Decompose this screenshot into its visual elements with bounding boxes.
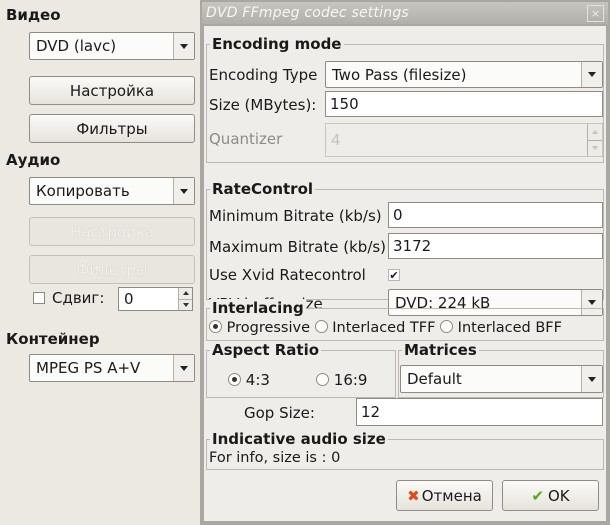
cancel-button[interactable]: ✖ Отмена [396, 480, 493, 511]
chevron-down-icon[interactable] [581, 366, 602, 392]
ok-button[interactable]: ✔ OK [502, 480, 599, 511]
rate-control-title: RateControl [210, 180, 316, 198]
audio-size-info: For info, size is : 0 [209, 450, 341, 466]
audio-filters-button[interactable]: Фильтры [29, 255, 195, 284]
ok-button-label: OK [547, 486, 570, 505]
audio-shift-checkbox[interactable] [33, 292, 45, 304]
min-bitrate-label: Minimum Bitrate (kb/s) [209, 207, 382, 225]
container-format-value: MPEG PS A+V [36, 359, 141, 377]
interlaced-bff-radio[interactable]: Interlaced BFF [440, 320, 562, 336]
interlacing-options: Progressive Interlaced TFF Interlaced BF… [209, 320, 562, 336]
chevron-down-icon[interactable] [581, 62, 602, 87]
audio-shift-label: Сдвиг: [52, 289, 105, 307]
aspect-43-radio[interactable]: 4:3 [228, 371, 270, 389]
container-section-header: Контейнер [6, 330, 100, 348]
close-icon[interactable]: × [587, 5, 604, 22]
cancel-icon: ✖ [407, 486, 420, 505]
chevron-down-icon[interactable] [173, 178, 194, 204]
encoding-mode-title: Encoding mode [210, 35, 344, 53]
dialog-title: DVD FFmpeg codec settings [206, 5, 409, 21]
audio-configure-button[interactable]: Настройка [29, 217, 195, 246]
spin-down-icon[interactable] [588, 139, 602, 156]
video-filters-button[interactable]: Фильтры [29, 114, 195, 143]
aspect-ratio-title: Aspect Ratio [210, 341, 322, 359]
size-label: Size (MBytes): [209, 96, 317, 114]
progressive-radio[interactable]: Progressive [209, 320, 310, 336]
video-section-header: Видео [6, 6, 61, 24]
gop-size-label: Gop Size: [244, 404, 315, 422]
quantizer-value: 4 [331, 131, 341, 149]
size-input[interactable]: 150 [325, 91, 603, 117]
encoding-type-label: Encoding Type [209, 66, 318, 84]
quantizer-spinbox[interactable]: 4 [325, 123, 603, 157]
audio-section-header: Аудио [6, 151, 61, 169]
checkmark-icon: ✔ [531, 486, 544, 505]
video-codec-combo[interactable]: DVD (lavc) [29, 32, 195, 60]
audio-shift-spinbox[interactable]: 0 [118, 287, 193, 311]
main-left-panel: Видео DVD (lavc) Настройка Фильтры Аудио… [0, 0, 200, 525]
aspect-169-radio[interactable]: 16:9 [316, 371, 367, 389]
spin-up-icon[interactable] [179, 288, 192, 299]
interlacing-title: Interlacing [210, 299, 306, 317]
interlaced-tff-radio[interactable]: Interlaced TFF [314, 320, 435, 336]
audio-codec-combo[interactable]: Копировать [29, 177, 195, 205]
audio-size-title: Indicative audio size [210, 430, 388, 448]
codec-settings-dialog: DVD FFmpeg codec settings × Encoding mod… [200, 0, 610, 525]
chevron-down-icon[interactable] [173, 33, 194, 59]
video-codec-value: DVD (lavc) [36, 37, 117, 55]
xvid-ratecontrol-checkbox[interactable]: ✔ [388, 269, 400, 281]
encoding-type-combo[interactable]: Two Pass (filesize) [325, 61, 603, 88]
container-format-combo[interactable]: MPEG PS A+V [29, 354, 195, 382]
matrices-combo[interactable]: Default [400, 365, 603, 393]
max-bitrate-label: Maximum Bitrate (kb/s) [209, 238, 387, 256]
quantizer-label: Quantizer [209, 130, 283, 148]
encoding-type-value: Two Pass (filesize) [332, 65, 467, 84]
xvid-ratecontrol-label: Use Xvid Ratecontrol [209, 266, 366, 284]
min-bitrate-input[interactable]: 0 [388, 202, 603, 228]
matrices-value: Default [407, 370, 462, 388]
chevron-down-icon[interactable] [173, 355, 194, 381]
max-bitrate-input[interactable]: 3172 [388, 233, 603, 259]
dialog-titlebar[interactable]: DVD FFmpeg codec settings × [202, 2, 608, 24]
spin-up-icon[interactable] [588, 124, 602, 140]
audio-codec-value: Копировать [36, 182, 130, 200]
matrices-title: Matrices [402, 341, 479, 359]
checkmark-icon: ✔ [389, 268, 399, 282]
audio-shift-value: 0 [124, 290, 134, 308]
spin-down-icon[interactable] [179, 298, 192, 310]
video-configure-button[interactable]: Настройка [29, 76, 195, 105]
cancel-button-label: Отмена [421, 486, 482, 505]
gop-size-input[interactable]: 12 [356, 398, 603, 426]
dialog-content: Encoding mode Encoding Type Two Pass (fi… [204, 26, 606, 521]
